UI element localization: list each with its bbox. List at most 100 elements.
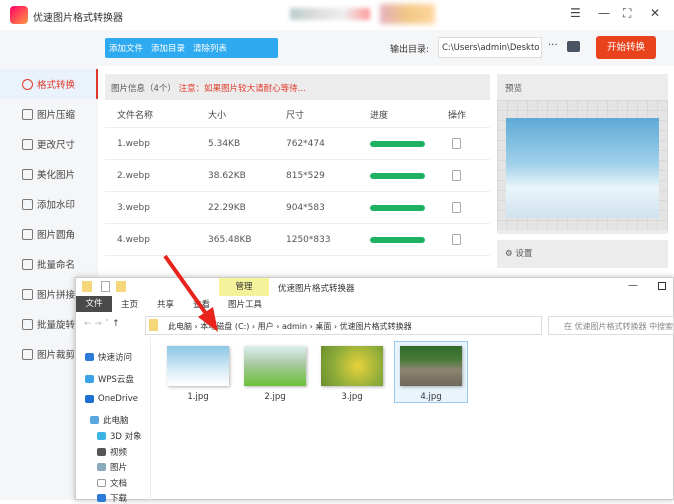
path-segment[interactable]: 桌面 bbox=[315, 322, 331, 331]
nav-this-pc[interactable]: 此电脑 bbox=[90, 414, 129, 426]
nav-wps-cloud[interactable]: WPS云盘 bbox=[85, 373, 134, 385]
file-thumbnail-4[interactable] bbox=[400, 346, 462, 386]
folder-icon bbox=[82, 281, 92, 292]
nav-onedrive[interactable]: OneDrive bbox=[85, 394, 138, 404]
explorer-title: 优速图片格式转换器 bbox=[278, 284, 355, 294]
nav-label: 图片 bbox=[110, 463, 128, 473]
close-icon[interactable]: ✕ bbox=[650, 6, 660, 20]
nav-arrows[interactable]: ← → ˅ ↑ bbox=[84, 319, 120, 329]
path-segment[interactable]: 优速图片格式转换器 bbox=[340, 322, 412, 331]
picture-icon bbox=[97, 463, 106, 471]
address-bar[interactable]: 此电脑 › 本地磁盘 (C:) › 用户 › admin › 桌面 › 优速图片… bbox=[145, 316, 542, 335]
file-explorer-window bbox=[75, 277, 674, 500]
manage-tab[interactable]: 管理 bbox=[219, 278, 269, 296]
nav-label: 视频 bbox=[110, 448, 128, 458]
nav-documents[interactable]: 文档 bbox=[97, 477, 127, 489]
table-row: 4.webp 365.48KB 1250*833 bbox=[105, 224, 490, 256]
path-segment[interactable]: 用户 bbox=[258, 322, 274, 331]
tab-home[interactable]: 主页 bbox=[121, 298, 138, 310]
rotate-icon bbox=[22, 318, 33, 330]
trash-icon[interactable] bbox=[452, 234, 461, 245]
nav-downloads[interactable]: 下载 bbox=[97, 492, 127, 504]
browse-more-button[interactable]: ··· bbox=[548, 40, 558, 51]
sidebar-item-label: 图片压缩 bbox=[37, 110, 76, 121]
nav-label: 此电脑 bbox=[103, 416, 129, 426]
sidebar-item-beautify[interactable]: 美化图片 bbox=[0, 159, 98, 189]
trash-icon[interactable] bbox=[452, 138, 461, 149]
column-header: 尺寸 bbox=[286, 111, 305, 121]
file-button-group: 添加文件 添加目录 清除列表 bbox=[105, 38, 278, 58]
path-segment[interactable]: 此电脑 bbox=[168, 322, 192, 331]
settings-panel[interactable]: ⚙ 设置 bbox=[497, 240, 668, 268]
sidebar-item-round-corner[interactable]: 图片圆角 bbox=[0, 219, 98, 249]
file-thumbnail-3[interactable] bbox=[321, 346, 383, 386]
file-name[interactable]: 2.jpg bbox=[244, 392, 306, 402]
file-thumbnail-1[interactable] bbox=[167, 346, 229, 386]
file-size: 22.29KB bbox=[208, 203, 246, 213]
nav-quick-access[interactable]: 快速访问 bbox=[85, 351, 132, 363]
trash-icon[interactable] bbox=[452, 202, 461, 213]
explorer-maximize-icon[interactable] bbox=[658, 282, 666, 290]
sidebar-item-resize[interactable]: 更改尺寸 bbox=[0, 129, 98, 159]
tab-file[interactable]: 文件 bbox=[76, 296, 112, 312]
sidebar-item-watermark[interactable]: 添加水印 bbox=[0, 189, 98, 219]
file-name[interactable]: 3.jpg bbox=[321, 392, 383, 402]
onedrive-icon bbox=[85, 395, 94, 403]
nav-videos[interactable]: 视频 bbox=[97, 446, 127, 458]
watermark-icon bbox=[22, 198, 33, 210]
file-size: 365.48KB bbox=[208, 235, 252, 245]
nav-pictures[interactable]: 图片 bbox=[97, 461, 127, 473]
search-input[interactable]: 在 优速图片格式转换器 中搜索 bbox=[548, 316, 674, 335]
output-path-input[interactable]: C:\Users\admin\Deskto bbox=[438, 37, 542, 58]
progress-bar bbox=[370, 173, 425, 179]
column-header: 文件名称 bbox=[117, 111, 154, 121]
start-convert-button[interactable]: 开始转换 bbox=[596, 36, 656, 59]
nav-3d-objects[interactable]: 3D 对象 bbox=[97, 430, 142, 442]
beautify-icon bbox=[22, 168, 33, 180]
trash-icon[interactable] bbox=[452, 170, 461, 181]
stitch-icon bbox=[22, 288, 33, 300]
column-header: 大小 bbox=[208, 111, 227, 121]
app-logo bbox=[10, 6, 28, 24]
table-info-bar: 图片信息（4个） 注意：如果图片较大请耐心等待... bbox=[105, 74, 490, 100]
app-title: 优速图片格式转换器 bbox=[33, 13, 123, 24]
nav-label: 文档 bbox=[110, 479, 128, 489]
menu-icon[interactable]: ☰ bbox=[570, 6, 581, 20]
file-dimensions: 904*583 bbox=[286, 203, 325, 213]
sidebar-item-format-convert[interactable]: 格式转换 bbox=[0, 69, 98, 99]
file-name: 4.webp bbox=[117, 235, 150, 245]
file-name[interactable]: 4.jpg bbox=[400, 392, 462, 402]
sidebar-item-rename[interactable]: 批量命名 bbox=[0, 249, 98, 279]
sidebar-item-label: 格式转换 bbox=[37, 80, 76, 91]
file-thumbnail-2[interactable] bbox=[244, 346, 306, 386]
minimize-icon[interactable]: — bbox=[598, 6, 610, 20]
nav-label: 3D 对象 bbox=[110, 432, 142, 442]
file-dimensions: 762*474 bbox=[286, 139, 325, 149]
add-file-button[interactable]: 添加文件 bbox=[109, 42, 143, 54]
tab-picture-tools[interactable]: 图片工具 bbox=[228, 298, 262, 310]
new-folder-icon[interactable] bbox=[116, 281, 126, 292]
add-dir-button[interactable]: 添加目录 bbox=[151, 42, 185, 54]
file-name: 1.webp bbox=[117, 139, 150, 149]
file-size: 5.34KB bbox=[208, 139, 241, 149]
computer-icon bbox=[90, 416, 99, 424]
sidebar-item-label: 美化图片 bbox=[37, 170, 76, 181]
file-name[interactable]: 1.jpg bbox=[167, 392, 229, 402]
path-segment[interactable]: 本地磁盘 (C:) bbox=[200, 322, 249, 331]
sidebar-item-label: 批量旋转 bbox=[37, 320, 76, 331]
path-segment[interactable]: admin bbox=[282, 322, 307, 331]
tab-view[interactable]: 查看 bbox=[193, 298, 210, 310]
sidebar-item-label: 图片拼接 bbox=[37, 290, 76, 301]
sidebar-item-label: 图片圆角 bbox=[37, 230, 76, 241]
explorer-minimize-icon[interactable]: — bbox=[628, 280, 638, 291]
folder-icon[interactable] bbox=[567, 41, 580, 52]
sidebar-item-compress[interactable]: 图片压缩 bbox=[0, 99, 98, 129]
maximize-icon[interactable]: ⛶ bbox=[623, 6, 631, 21]
clear-list-button[interactable]: 清除列表 bbox=[193, 42, 227, 54]
tab-share[interactable]: 共享 bbox=[157, 298, 174, 310]
nav-label: 下载 bbox=[110, 494, 128, 504]
column-header: 操作 bbox=[448, 111, 467, 121]
nav-label: 快速访问 bbox=[98, 353, 133, 363]
file-size: 38.62KB bbox=[208, 171, 246, 181]
properties-icon[interactable] bbox=[101, 281, 110, 292]
